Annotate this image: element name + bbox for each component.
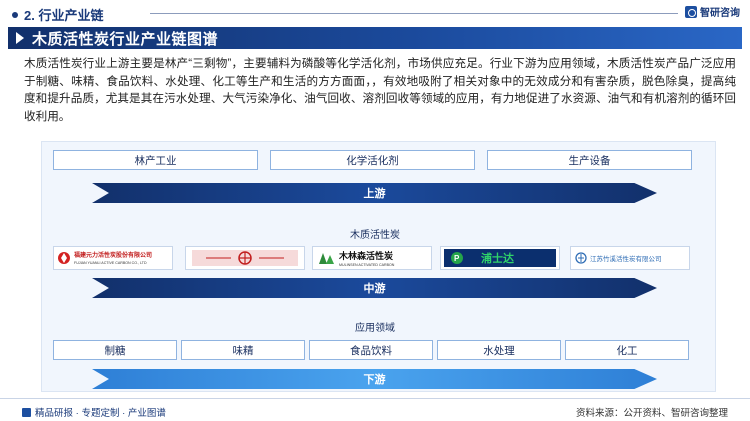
upstream-label: 上游 (363, 188, 386, 200)
company-logo-red-emblem (185, 246, 305, 270)
company-name-yuanli: 福建元力活性炭股份有限公司 (73, 251, 152, 259)
company-name-mulinsen: 木林森活性炭 (338, 250, 393, 261)
company-logo-zhuxi: 江苏竹溪活性炭有限公司 (570, 246, 690, 270)
footer: 精品研报 · 专题定制 · 产业图谱 资料来源：公开资料、智研咨询整理 (0, 398, 750, 421)
upstream-item-equipment: 生产设备 (487, 150, 692, 170)
downstream-item-label: 制糖 (104, 344, 126, 357)
downstream-heading: 应用领域 (355, 323, 395, 334)
company-name-zhuxi: 江苏竹溪活性炭有限公司 (590, 254, 662, 263)
downstream-item-label: 食品饮料 (350, 344, 392, 357)
company-name-pushida: 浦士达 (481, 251, 514, 265)
page-title-banner: 木质活性炭行业产业链图谱 (8, 27, 742, 49)
page-title: 木质活性炭行业产业链图谱 (32, 30, 219, 48)
midstream-arrow: 中游 (92, 278, 657, 298)
company-logo-pushida: P 浦士达 (440, 246, 560, 270)
downstream-label: 下游 (363, 374, 386, 386)
brand-logo: 智研咨询 (685, 4, 740, 19)
upstream-item-chemical-activator: 化学活化剂 (270, 150, 475, 170)
upstream-item-label: 化学活化剂 (346, 154, 399, 167)
downstream-item-water-treatment: 水处理 (437, 340, 561, 360)
header-divider (150, 13, 678, 14)
top-bar: 2. 行业产业链 智研咨询 (0, 0, 750, 26)
report-icon (22, 407, 31, 417)
brand-mark-icon (685, 5, 697, 18)
bullet-dot-icon (12, 11, 18, 18)
footer-tagline-text: 精品研报 · 专题定制 · 产业图谱 (35, 408, 166, 419)
company-logo-yuanli: 福建元力活性炭股份有限公司 FUJIAN YUANLI ACTIVE CARBO… (53, 246, 173, 270)
downstream-item-chemical: 化工 (565, 340, 689, 360)
company-en-name-mulinsen: MULINSEN ACTIVATED CARBON (339, 263, 395, 267)
downstream-item-label: 味精 (232, 344, 254, 357)
description-paragraph: 木质活性炭行业上游主要是林产“三剩物”，主要辅料为磷酸等化学活化剂，市场供应充足… (24, 57, 736, 123)
source-note: 资料来源：公开资料、智研咨询整理 (575, 408, 728, 419)
company-logo-mulinsen: 木林森活性炭 MULINSEN ACTIVATED CARBON (312, 246, 432, 270)
downstream-item-msg: 味精 (181, 340, 305, 360)
midstream-heading: 木质活性炭 (350, 230, 400, 241)
upstream-item-label: 生产设备 (568, 154, 611, 167)
upstream-arrow: 上游 (92, 183, 657, 203)
brand-name: 智研咨询 (700, 8, 740, 19)
downstream-arrow: 下游 (92, 369, 657, 389)
svg-text:P: P (454, 254, 460, 263)
section-title: 2. 行业产业链 (12, 5, 103, 24)
upstream-item-label: 林产工业 (134, 154, 177, 167)
upstream-item-forestry: 林产工业 (53, 150, 258, 170)
midstream-label: 中游 (363, 283, 386, 295)
footer-tagline: 精品研报 · 专题定制 · 产业图谱 (22, 405, 166, 419)
company-en-name-yuanli: FUJIAN YUANLI ACTIVE CARBON CO., LTD (74, 261, 147, 265)
downstream-item-food-beverage: 食品饮料 (309, 340, 433, 360)
downstream-item-sugar: 制糖 (53, 340, 177, 360)
downstream-item-label: 化工 (616, 344, 638, 357)
chevron-right-icon (16, 32, 24, 44)
downstream-item-label: 水处理 (483, 344, 515, 357)
section-title-text: 2. 行业产业链 (24, 8, 104, 23)
